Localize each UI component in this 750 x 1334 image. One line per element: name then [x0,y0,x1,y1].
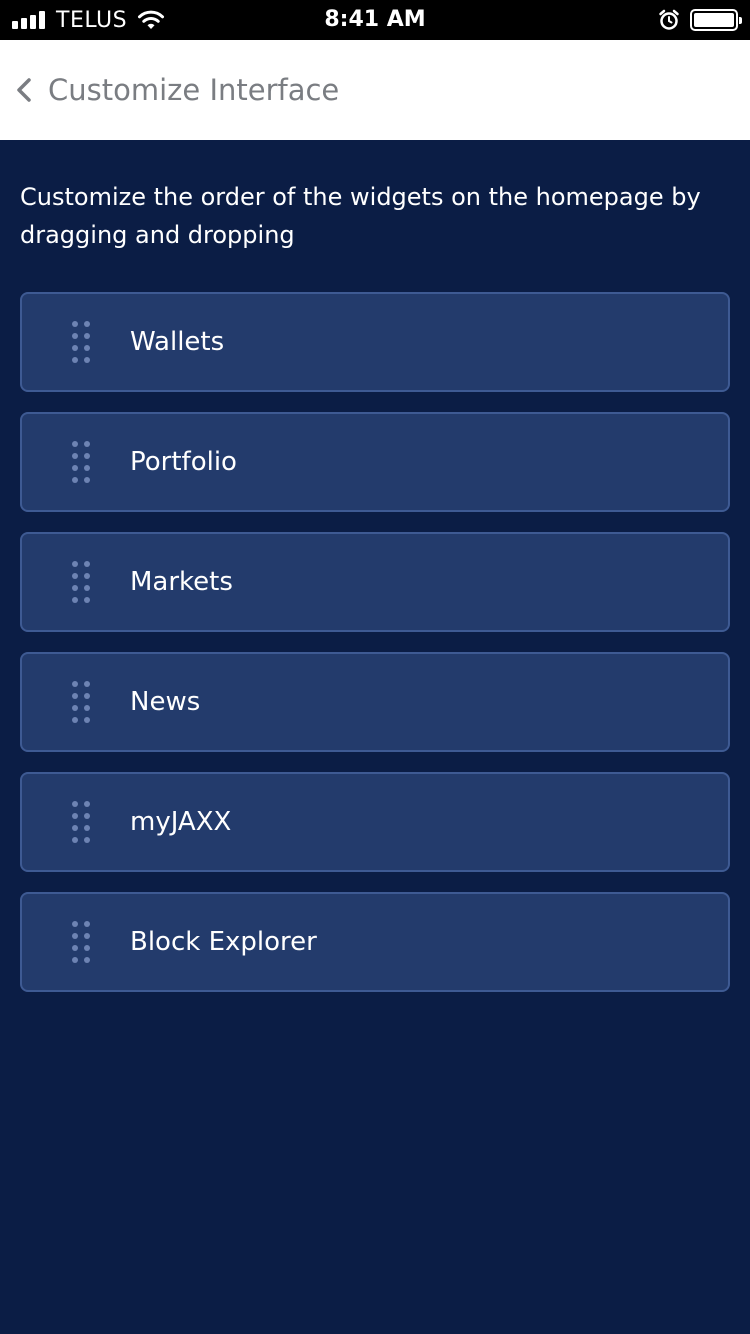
instruction-text: Customize the order of the widgets on th… [20,183,701,249]
chevron-left-icon [17,78,31,102]
widget-item[interactable]: News [20,652,730,752]
back-button[interactable]: Customize Interface [0,40,339,140]
content-area: Customize the order of the widgets on th… [0,140,750,1334]
battery-fill [694,13,734,27]
widget-label: Wallets [130,327,225,357]
widget-item[interactable]: Portfolio [20,412,730,512]
drag-handle-icon[interactable] [72,441,94,483]
status-bar: TELUS 8:41 AM [0,0,750,40]
alarm-icon [659,9,679,30]
widget-label: Markets [130,567,233,597]
widget-label: myJAXX [130,807,232,837]
widget-item[interactable]: Markets [20,532,730,632]
widget-label: Portfolio [130,447,237,477]
navigation-bar: Customize Interface [0,40,750,140]
drag-handle-icon[interactable] [72,681,94,723]
widget-item[interactable]: myJAXX [20,772,730,872]
status-time: 8:41 AM [324,7,426,32]
widget-item[interactable]: Block Explorer [20,892,730,992]
widget-label: Block Explorer [130,927,317,957]
widget-list: Wallets Portfolio Markets News myJAXX Block E… [20,292,730,1012]
drag-handle-icon[interactable] [72,561,94,603]
drag-handle-icon[interactable] [72,321,94,363]
widget-label: News [130,687,201,717]
widget-item[interactable]: Wallets [20,292,730,392]
status-right [658,0,742,40]
drag-handle-icon[interactable] [72,921,94,963]
drag-handle-icon[interactable] [72,801,94,843]
page-title: Customize Interface [48,73,340,107]
battery-icon [690,9,742,31]
